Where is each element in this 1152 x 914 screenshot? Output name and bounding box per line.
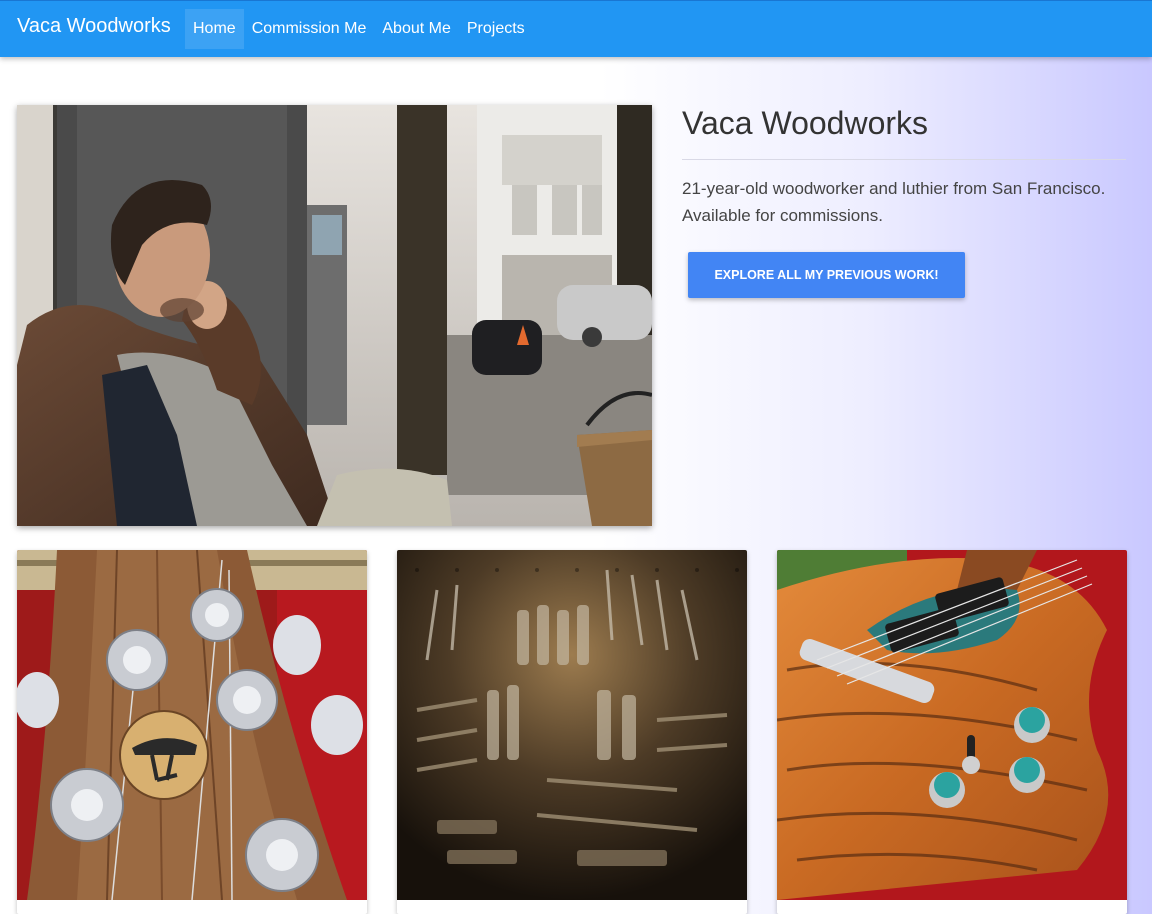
brand-link[interactable]: Vaca Woodworks: [17, 15, 171, 38]
headstock-photo: [17, 550, 367, 900]
nav-about-me[interactable]: About Me: [374, 9, 458, 49]
project-card-guitar-body[interactable]: [777, 550, 1127, 914]
hero-title: Vaca Woodworks: [682, 105, 929, 141]
explore-work-button[interactable]: EXPLORE ALL MY PREVIOUS WORK!: [688, 252, 965, 298]
hero-description: 21-year-old woodworker and luthier from …: [682, 179, 1106, 225]
hero-divider: [682, 159, 1126, 160]
top-navbar: Vaca Woodworks Home Commission Me About …: [0, 0, 1152, 57]
hero-photo: [17, 105, 652, 526]
guitar-body-photo: [777, 550, 1127, 900]
nav-projects[interactable]: Projects: [459, 9, 533, 49]
project-card-tools[interactable]: [397, 550, 747, 914]
nav-links: Home Commission Me About Me Projects: [185, 9, 533, 49]
nav-commission-me[interactable]: Commission Me: [244, 9, 375, 49]
tool-wall-photo: [397, 550, 747, 900]
project-card-headstock[interactable]: [17, 550, 367, 914]
nav-home[interactable]: Home: [185, 9, 244, 49]
